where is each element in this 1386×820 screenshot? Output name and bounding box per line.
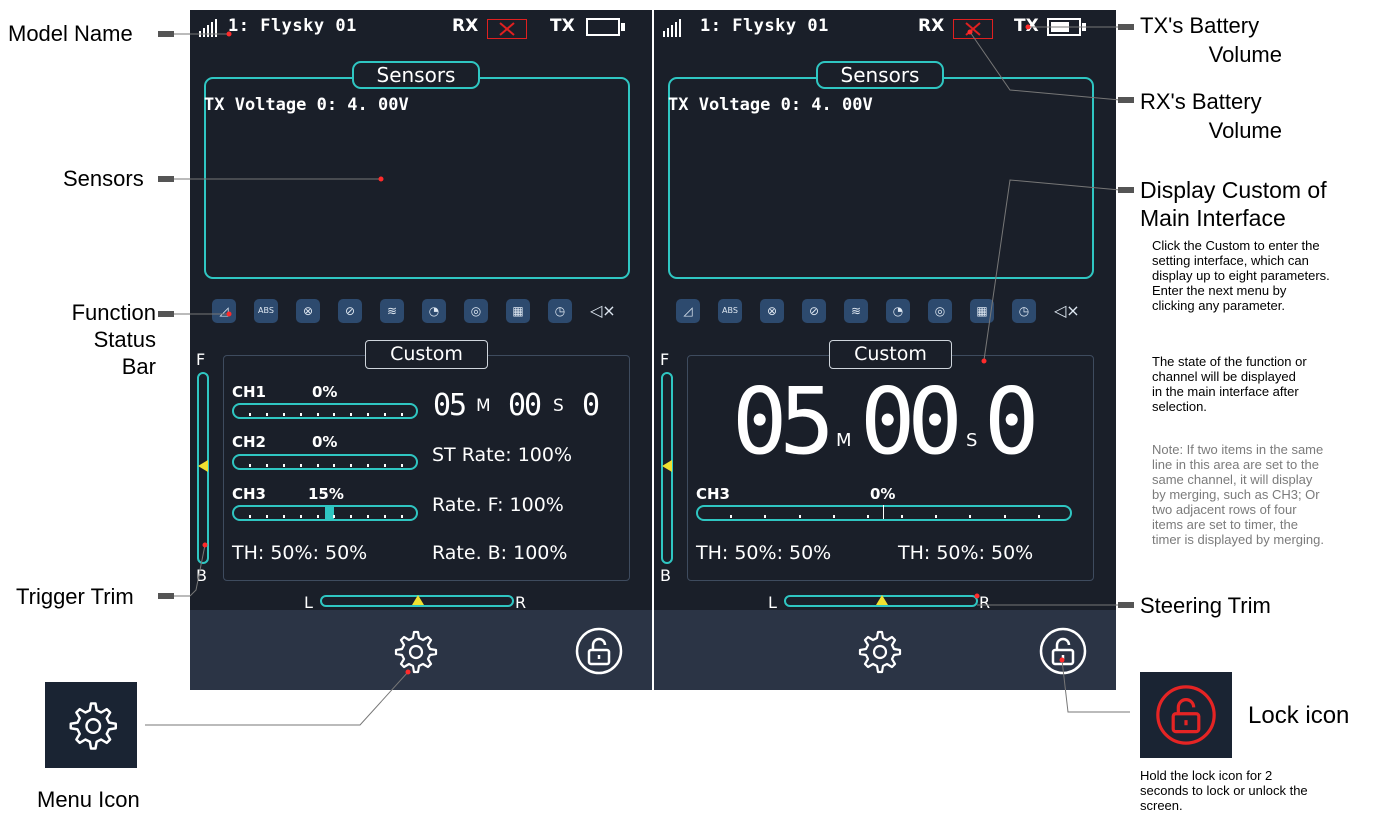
lock-icon-sample: [1140, 672, 1232, 758]
lock-description: Hold the lock icon for 2 seconds to lock…: [1140, 768, 1308, 813]
annotation-lock-icon: Lock icon: [1248, 702, 1350, 729]
annotation-tx-battery-2: Volume: [1208, 42, 1282, 67]
state-description: The state of the function or channel wil…: [1152, 354, 1307, 414]
menu-icon-sample: [45, 682, 137, 768]
annotation-tx-battery-1: TX's Battery: [1140, 13, 1260, 38]
annotation-function-status-bar-2: Status Bar: [93, 327, 156, 379]
note-description: Note: If two items in the same line in t…: [1152, 442, 1324, 547]
annotation-trigger-trim: Trigger Trim: [16, 584, 134, 609]
annotation-sensors: Sensors: [63, 166, 144, 191]
custom-description: Click the Custom to enter the setting in…: [1152, 238, 1330, 313]
annotation-model-name: Model Name: [8, 21, 133, 46]
annotation-menu-icon: Menu Icon: [37, 787, 140, 812]
lock-icon: [1156, 685, 1216, 745]
annotation-display-custom-2: Main Interface: [1140, 205, 1286, 231]
annotation-steering-trim: Steering Trim: [1140, 593, 1271, 618]
annotation-rx-battery-2: Volume: [1208, 118, 1282, 143]
annotation-function-status-bar-1: Function: [71, 300, 156, 325]
gear-icon: [69, 702, 117, 750]
annotation-rx-battery-1: RX's Battery: [1140, 89, 1262, 114]
annotation-display-custom-1: Display Custom of: [1140, 177, 1327, 203]
